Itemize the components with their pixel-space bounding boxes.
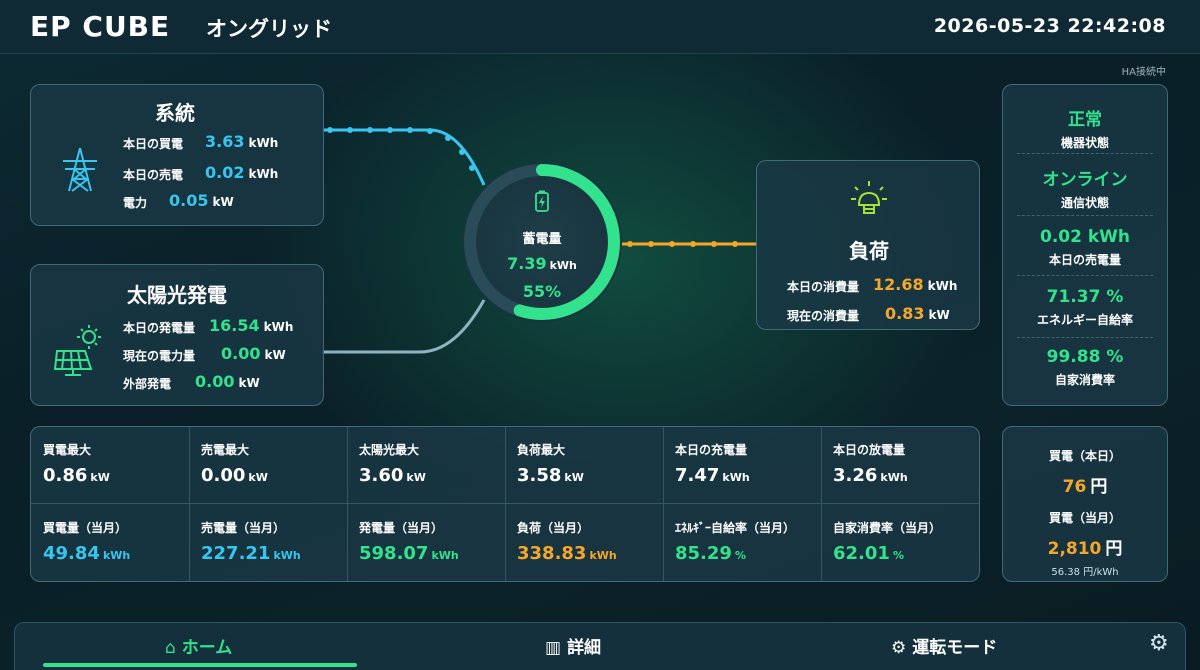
stat-today-discharge: 本日の放電量 3.26 kWh [833, 443, 908, 486]
grid-sell-today-label: 本日の売電 [123, 168, 184, 182]
load-today-consumption-label: 本日の消費量 [787, 280, 860, 294]
solar-current-power-label: 現在の電力量 [123, 349, 196, 363]
grid-flow-dots [327, 127, 475, 171]
clock: 2026-05-23 22:42:08 [933, 15, 1166, 37]
load-title: 負荷 [849, 239, 889, 263]
device-status: 正常 機器状態 [1060, 110, 1109, 150]
price-rate: 56.38 円/kWh [1051, 567, 1119, 578]
grid-title: 系統 [155, 101, 195, 125]
bottom-nav: ⌂ ホーム ▥ 詳細 ⚙ 運転モード ⚙ [14, 622, 1186, 670]
grid-power-label: 電力 [123, 196, 148, 210]
status-card: 正常 機器状態 オンライン 通信状態 0.02 kWh 本日の売電量 71.37 % エ… [1002, 84, 1168, 406]
transmission-tower-icon [63, 147, 97, 192]
stat-month-sell: 売電量（当月） 227.21 kWh [201, 521, 301, 564]
solar-today-gen-value: 16.54 kWh [209, 316, 294, 335]
grid-flow-line [322, 128, 486, 186]
stats-grid: 買電最大 0.86 kW 売電最大 0.00 kW 太陽光最大 3.60 kW 負荷最… [30, 426, 980, 582]
stat-solar-max: 太陽光最大 3.60 kW [359, 443, 426, 486]
solar-panel-icon [53, 325, 101, 376]
grid-buy-today-value: 3.63 kWh [205, 132, 279, 151]
solar-today-gen-label: 本日の発電量 [123, 321, 196, 335]
mode-title: オングリッド [206, 17, 332, 41]
solar-external-gen-label: 外部発電 [123, 377, 172, 391]
stat-month-generation: 発電量（当月） 598.07 kWh [359, 521, 459, 564]
ha-connection-status: HA接続中 [1121, 67, 1166, 78]
grid-card[interactable]: 系統 本日の買電 3.63 kWh 本日の売電 0.02 kWh 電力 0.05 kW [30, 84, 324, 226]
stat-month-buy: 買電量（当月） 49.84 kWh [43, 521, 131, 564]
brand-logo: EP CUBE [30, 10, 171, 43]
stat-sell-max: 売電最大 0.00 kW [201, 443, 268, 486]
grid-icon: ▥ [545, 638, 562, 658]
price-card: 買電（本日） 76 円 買電（当月） 2,810 円 56.38 円/kWh [1002, 426, 1168, 582]
stat-load-max: 負荷最大 3.58 kW [517, 443, 584, 486]
solar-external-gen-value: 0.00 kW [195, 372, 260, 391]
load-flow-dots [627, 241, 738, 247]
battery-gauge[interactable]: 蓄電量 7.39 kWh 55% [462, 162, 622, 322]
stat-today-charge: 本日の充電量 7.47 kWh [675, 443, 750, 486]
battery-charging-icon [535, 190, 549, 212]
today-sell-amount: 0.02 kWh 本日の売電量 [1039, 227, 1131, 267]
home-icon: ⌂ [165, 638, 176, 658]
grid-power-value: 0.05 kW [169, 191, 234, 210]
load-today-consumption-value: 12.68 kWh [873, 275, 958, 294]
light-bulb-icon [851, 181, 887, 214]
battery-energy-value: 7.39 kWh [507, 254, 577, 273]
stat-month-self-consumption: 自家消費率（当月） 62.01% [833, 521, 942, 564]
grid-sell-today-value: 0.02 kWh [205, 163, 279, 182]
grid-buy-today-label: 本日の買電 [123, 137, 184, 151]
tab-home[interactable]: ⌂ ホーム [165, 633, 232, 658]
price-month: 買電（当月） 2,810 円 56.38 円/kWh [1003, 509, 1167, 578]
load-current-consumption-value: 0.83 kW [885, 304, 950, 323]
app-header: EP CUBE オングリッド 2026-05-23 22:42:08 [0, 0, 1200, 54]
stat-month-load: 負荷（当月） 338.83 kWh [517, 521, 617, 564]
load-current-consumption-label: 現在の消費量 [787, 309, 860, 323]
solar-flow-line [322, 299, 486, 354]
solar-current-power-value: 0.00 kW [221, 344, 286, 363]
self-consumption-rate: 99.88 % 自家消費率 [1046, 347, 1124, 387]
tab-detail[interactable]: ▥ 詳細 [545, 633, 601, 658]
tab-operation-mode[interactable]: ⚙ 運転モード [891, 633, 997, 658]
stat-month-self-sufficiency: ｴﾈﾙｷﾞｰ自給率（当月） 85.29% [675, 521, 796, 564]
load-card[interactable]: 負荷 本日の消費量 12.68 kWh 現在の消費量 0.83 kW [756, 160, 980, 330]
communication-status: オンライン 通信状態 [1042, 170, 1128, 210]
battery-percent: 55% [522, 282, 562, 301]
stat-buy-max: 買電最大 0.86 kW [43, 443, 110, 486]
settings-icon[interactable]: ⚙ [1149, 631, 1169, 656]
battery-label: 蓄電量 [522, 232, 562, 247]
gear-icon: ⚙ [891, 638, 907, 658]
solar-title: 太陽光発電 [127, 283, 227, 307]
active-tab-indicator [43, 663, 357, 667]
price-today: 買電（本日） 76 円 [1048, 449, 1121, 497]
solar-card[interactable]: 太陽光発電 本日の発電量 16.54 kWh 現在の電力量 0.00 kW 外部発電… [30, 264, 324, 406]
energy-self-sufficiency: 71.37 % エネルギー自給率 [1036, 287, 1133, 327]
